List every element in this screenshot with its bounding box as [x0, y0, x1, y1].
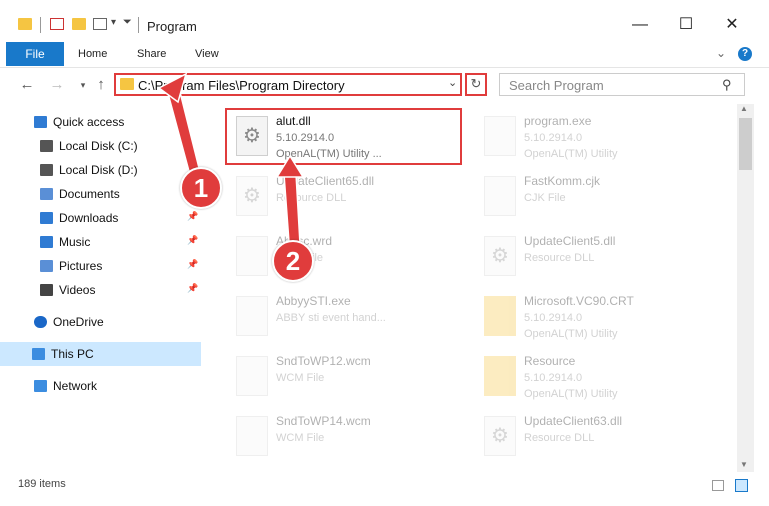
arrow-2-head: [275, 154, 305, 178]
callout-badge-2: 2: [272, 240, 314, 282]
callout-arrows: [157, 72, 305, 245]
arrow-2: [283, 173, 301, 245]
callout-badge-1: 1: [180, 167, 222, 209]
